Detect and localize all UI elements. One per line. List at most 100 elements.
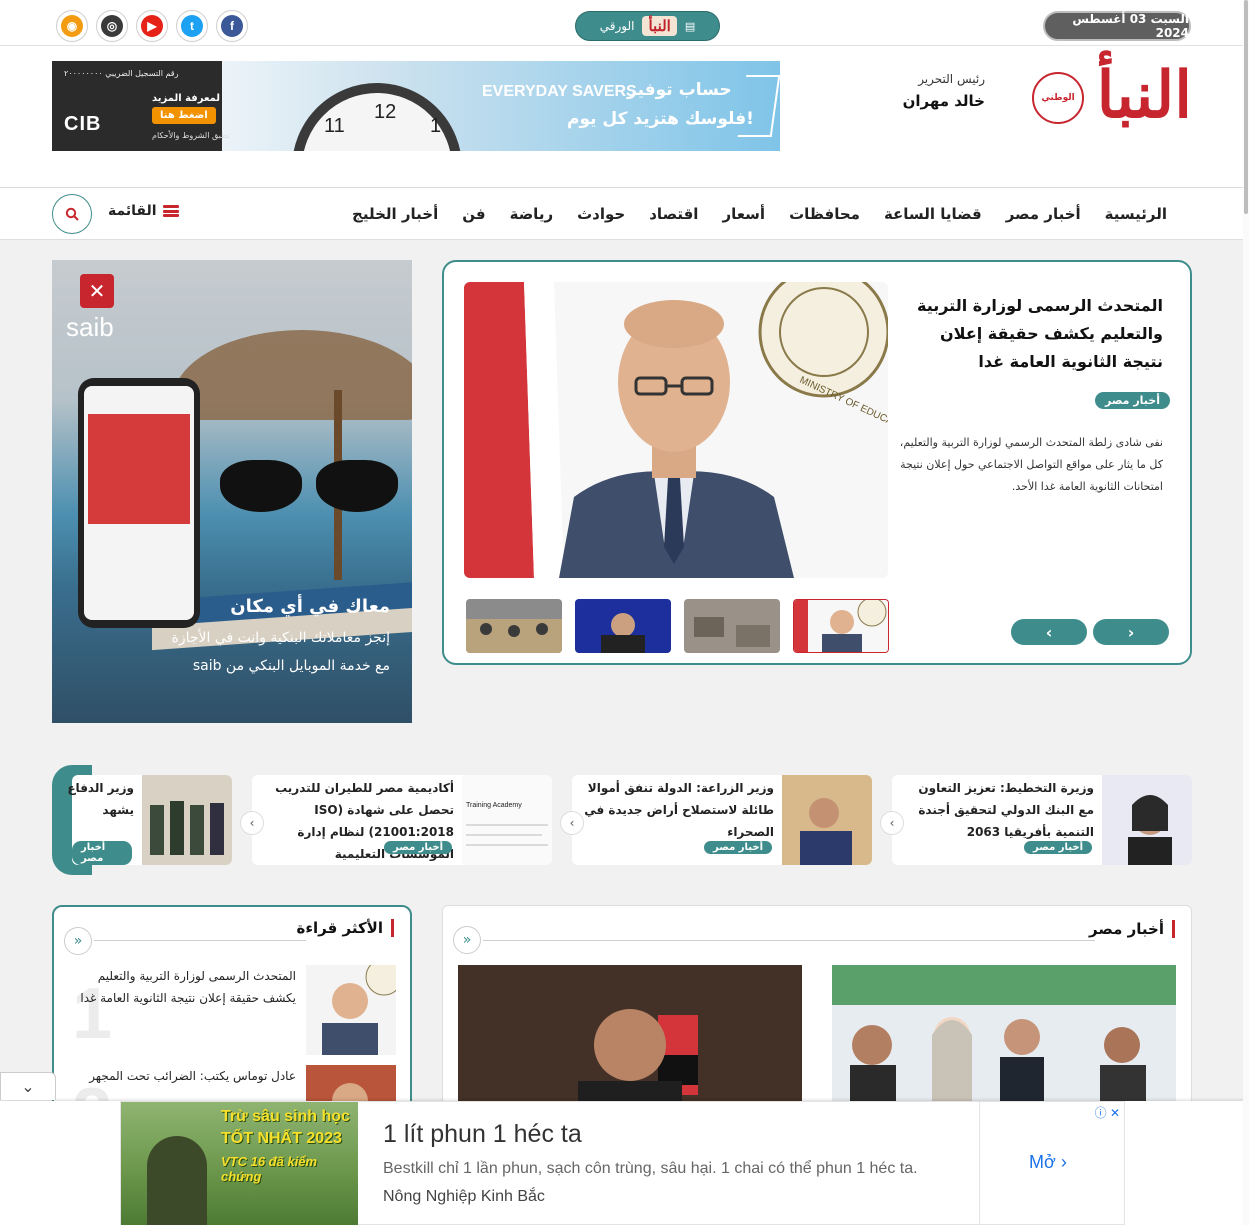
chevron-left-icon[interactable]: ‹ xyxy=(880,811,904,835)
main-nav: الرئيسية أخبار مصر قضايا الساعة محافظات أسعا… xyxy=(0,188,1243,240)
chevron-right-icon: › xyxy=(1060,1152,1067,1172)
collapse-ad-button[interactable]: ⌄ xyxy=(0,1072,56,1100)
date-display: السبت 03 أغسطس 2024 xyxy=(1043,11,1191,41)
nav-item[interactable]: أسعار xyxy=(710,205,777,223)
search-icon xyxy=(65,207,79,221)
youtube-link[interactable]: ▶ xyxy=(136,10,168,42)
side-ad-line2: إنجز معاملاتك البنكية وانت في الأجازة xyxy=(171,630,390,646)
twitter-link[interactable]: t xyxy=(176,10,208,42)
nav-items: الرئيسية أخبار مصر قضايا الساعة محافظات أسعا… xyxy=(340,188,1179,240)
ad-headline[interactable]: 1 lít phun 1 héc ta xyxy=(383,1120,582,1149)
paper-label: الورقي xyxy=(599,19,635,33)
nav-item[interactable]: رياضة xyxy=(498,205,566,223)
featured-title[interactable]: المتحدث الرسمى لوزارة التربية والتعليم ي… xyxy=(895,292,1163,376)
chevron-down-icon: ⌄ xyxy=(21,1077,35,1096)
menu-button[interactable]: القائمة xyxy=(108,203,179,219)
adchoices-icon[interactable]: ⓘ ✕ xyxy=(1095,1104,1120,1121)
banner-arabic-line1: حساب توفير xyxy=(627,80,732,100)
featured-image[interactable]: MINISTRY OF EDUCATION AND TECHNICAL xyxy=(464,282,888,578)
slider-thumb[interactable] xyxy=(466,599,562,653)
chevron-left-icon[interactable]: ‹ xyxy=(240,811,264,835)
slider-thumb[interactable] xyxy=(575,599,671,653)
nav-item[interactable]: أخبار الخليج xyxy=(340,205,450,223)
umbrella-graphic xyxy=(172,330,412,420)
side-ad-line3: مع خدمة الموبايل البنكي من saib xyxy=(192,658,390,674)
nav-item[interactable]: قضايا الساعة xyxy=(872,205,994,223)
bottom-ad[interactable]: Trừ sâu sinh học TỐT NHẤT 2023 VTC 16 đã… xyxy=(120,1101,1125,1225)
ad-divider xyxy=(979,1102,980,1225)
ad-image-line3: VTC 16 đã kiểm chứng xyxy=(221,1154,318,1184)
clock-number: 1 xyxy=(430,115,442,137)
cib-terms: تطبق الشروط والأحكام xyxy=(152,131,230,140)
ticker-card[interactable]: وزير الدفاع يشهد المرحلة الفنية العسكرية… xyxy=(67,775,232,865)
search-button[interactable] xyxy=(52,194,92,234)
ticker-card[interactable]: Training Academy أكاديمية مصر للطيران لل… xyxy=(240,775,552,865)
document-icon: ▤ xyxy=(684,19,696,33)
nav-item[interactable]: محافظات xyxy=(777,205,872,223)
hamburger-icon xyxy=(162,205,179,217)
banner-arabic-line2: فلوسك هتزيد كل يوم! xyxy=(567,109,754,129)
most-read-image[interactable] xyxy=(306,965,396,1055)
top-banner-ad[interactable]: رقم التسجيل الضريبي ٢٠٠٠٠٠٠٠٠ لمعرفة الم… xyxy=(52,61,780,151)
more-button[interactable]: » xyxy=(64,927,92,955)
most-read-item-title[interactable]: المتحدث الرسمى لوزارة التربية والتعليم ي… xyxy=(68,965,296,1009)
cib-click-button[interactable]: اضغط هنا xyxy=(152,107,216,124)
spokesman-photo: MINISTRY OF EDUCATION AND TECHNICAL xyxy=(464,282,888,578)
double-chevron-icon: » xyxy=(462,932,472,948)
print-edition-button[interactable]: الورقي النبأ ▤ xyxy=(575,11,720,41)
scrollbar-thumb[interactable] xyxy=(1244,0,1248,214)
nav-item[interactable]: اقتصاد xyxy=(637,205,710,223)
rss-link[interactable]: ◉ xyxy=(56,10,88,42)
twitter-icon: t xyxy=(181,15,203,37)
ad-image-line2: TỐT NHẤT 2023 xyxy=(221,1130,342,1147)
nav-item[interactable]: الرئيسية xyxy=(1093,205,1179,223)
ad-open-button[interactable]: Mở › xyxy=(1029,1152,1067,1173)
logo-text: النبأ xyxy=(1096,58,1192,133)
instagram-link[interactable]: ◎ xyxy=(96,10,128,42)
ad-image[interactable]: Trừ sâu sinh học TỐT NHẤT 2023 VTC 16 đã… xyxy=(121,1102,358,1225)
facebook-icon: f xyxy=(221,15,243,37)
ticker-category[interactable]: أخبار مصر xyxy=(1024,841,1092,854)
slider-next-button[interactable]: › xyxy=(1093,619,1169,645)
ad-open-label: Mở xyxy=(1029,1152,1056,1172)
clock-image: 11 12 1 xyxy=(292,83,462,151)
more-button[interactable]: » xyxy=(453,926,481,954)
menu-label: القائمة xyxy=(108,203,157,219)
clock-number: 11 xyxy=(324,115,345,137)
ticker-card[interactable]: وزير الزراعة: الدولة تنفق أموالا طائلة ل… xyxy=(560,775,872,865)
double-chevron-icon: » xyxy=(73,933,83,949)
ad-source: Nông Nghiệp Kinh Bắc xyxy=(383,1188,545,1205)
instagram-icon: ◎ xyxy=(101,15,123,37)
ad-description: Bestkill chỉ 1 lần phun, sạch côn trùng,… xyxy=(383,1160,918,1177)
slider-prev-button[interactable]: ‹ xyxy=(1011,619,1087,645)
side-ad-saib[interactable]: ✕ saib معاك في أي مكان إنجز معاملاتك الب… xyxy=(52,260,412,723)
chevron-left-icon[interactable]: ‹ xyxy=(560,811,584,835)
nav-item[interactable]: فن xyxy=(450,205,497,223)
saib-logo: saib xyxy=(66,312,114,342)
page-scrollbar[interactable] xyxy=(1243,0,1249,1225)
facebook-link[interactable]: f xyxy=(216,10,248,42)
ticker-category[interactable]: أخبار مصر xyxy=(704,841,772,854)
nav-item[interactable]: أخبار مصر xyxy=(994,205,1093,223)
ticker-category[interactable]: أخبار مصر xyxy=(72,841,132,865)
editor-in-chief: رئيس التحرير خالد مهران xyxy=(895,72,985,110)
most-read-item-title[interactable]: عادل توماس يكتب: الضرائب تحت المجهر xyxy=(68,1065,296,1087)
cib-more-text: لمعرفة المزيد xyxy=(152,93,221,104)
slider-thumb-active[interactable] xyxy=(793,599,889,653)
slider-thumb[interactable] xyxy=(684,599,780,653)
ticker-image-text: Training Academy xyxy=(466,802,522,809)
section-divider xyxy=(94,940,306,941)
nav-item[interactable]: حوادث xyxy=(565,205,637,223)
site-logo[interactable]: الوطني النبأ xyxy=(1010,52,1192,157)
ticker-category[interactable]: أخبار مصر xyxy=(384,841,452,854)
ticker-title[interactable]: وزير الزراعة: الدولة تنفق أموالا طائلة ل… xyxy=(584,777,774,843)
side-ad-line1: معاك في أي مكان xyxy=(230,596,390,617)
ticker-card[interactable]: وزيرة التخطيط: تعزيز التعاون مع البنك ال… xyxy=(880,775,1192,865)
section-divider xyxy=(483,940,1095,941)
ticker-title[interactable]: وزير الدفاع يشهد المرحلة الفنية العسكرية xyxy=(64,777,134,825)
editor-label: رئيس التحرير xyxy=(918,72,985,86)
ticker-image: Training Academy xyxy=(462,775,552,865)
featured-category[interactable]: أخبار مصر xyxy=(1095,392,1170,409)
ticker-title[interactable]: وزيرة التخطيط: تعزيز التعاون مع البنك ال… xyxy=(904,777,1094,843)
most-read-title: الأكثر قراءة xyxy=(296,919,394,937)
